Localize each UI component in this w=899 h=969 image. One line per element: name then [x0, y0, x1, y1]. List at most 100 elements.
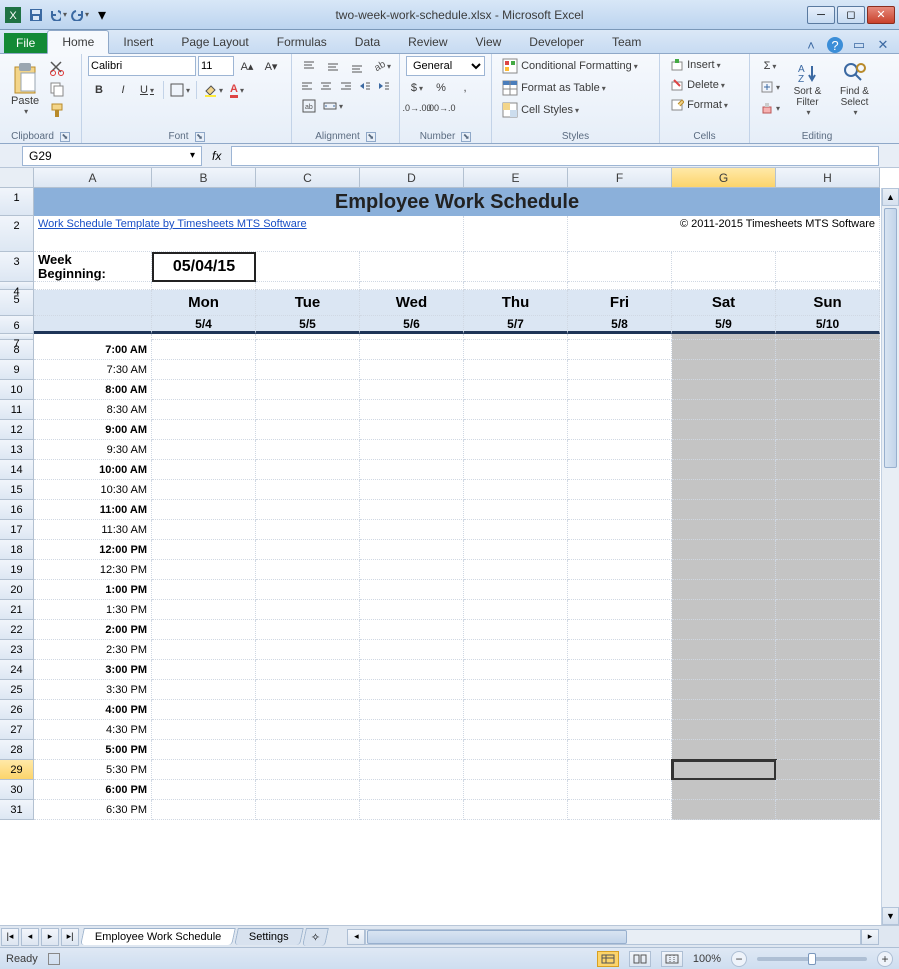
- decrease-indent-button[interactable]: [356, 76, 373, 96]
- format-cells-button[interactable]: Format: [666, 96, 743, 114]
- orientation-button[interactable]: ab: [370, 56, 392, 76]
- row-header-28[interactable]: 28: [0, 740, 34, 760]
- delete-cells-button[interactable]: Delete: [666, 76, 743, 94]
- day-header-mon[interactable]: Mon: [152, 290, 256, 316]
- row-header-9[interactable]: 9: [0, 360, 34, 380]
- scroll-up-button[interactable]: ▲: [882, 188, 899, 206]
- pagelayout-view-button[interactable]: [629, 951, 651, 967]
- week-beginning-label[interactable]: WeekBeginning:: [34, 252, 152, 282]
- fx-button[interactable]: fx: [212, 149, 221, 163]
- review-tab[interactable]: Review: [394, 31, 461, 53]
- increase-decimal-button[interactable]: .0→.00: [406, 98, 428, 118]
- tab-nav-first[interactable]: |◂: [1, 928, 19, 946]
- column-header-F[interactable]: F: [568, 168, 672, 188]
- day-header-wed[interactable]: Wed: [360, 290, 464, 316]
- zoom-out-button[interactable]: −: [731, 951, 747, 967]
- accounting-button[interactable]: $: [406, 78, 428, 98]
- minimize-ribbon-icon[interactable]: ˄: [803, 37, 819, 53]
- column-header-B[interactable]: B: [152, 168, 256, 188]
- day-date-mon[interactable]: 5/4: [152, 316, 256, 334]
- tab-nav-last[interactable]: ▸|: [61, 928, 79, 946]
- time-label-31[interactable]: 6:30 PM: [34, 800, 152, 820]
- day-date-tue[interactable]: 5/5: [256, 316, 360, 334]
- day-header-sat[interactable]: Sat: [672, 290, 776, 316]
- time-label-23[interactable]: 2:30 PM: [34, 640, 152, 660]
- cut-button[interactable]: [46, 58, 68, 78]
- undo-button[interactable]: [48, 5, 68, 25]
- copy-button[interactable]: [46, 79, 68, 99]
- row-header-25[interactable]: 25: [0, 680, 34, 700]
- zoom-value[interactable]: 100%: [693, 953, 721, 965]
- column-header-G[interactable]: G: [672, 168, 776, 188]
- file-tab[interactable]: File: [4, 33, 47, 53]
- sheet-title[interactable]: Employee Work Schedule: [34, 188, 880, 216]
- macro-record-icon[interactable]: [48, 953, 60, 965]
- underline-button[interactable]: U: [136, 80, 158, 100]
- autosum-button[interactable]: Σ: [756, 56, 784, 76]
- pagebreak-view-button[interactable]: [661, 951, 683, 967]
- sheet-tab-active[interactable]: Employee Work Schedule: [80, 928, 236, 945]
- fill-button[interactable]: [756, 77, 784, 97]
- help-icon[interactable]: ?: [827, 37, 843, 53]
- day-header-thu[interactable]: Thu: [464, 290, 568, 316]
- time-label-17[interactable]: 11:30 AM: [34, 520, 152, 540]
- alignment-launcher[interactable]: ⬊: [366, 132, 376, 142]
- insert-cells-button[interactable]: Insert: [666, 56, 743, 74]
- fill-color-button[interactable]: [202, 80, 224, 100]
- time-label-15[interactable]: 10:30 AM: [34, 480, 152, 500]
- time-label-14[interactable]: 10:00 AM: [34, 460, 152, 480]
- time-label-22[interactable]: 2:00 PM: [34, 620, 152, 640]
- time-label-30[interactable]: 6:00 PM: [34, 780, 152, 800]
- save-button[interactable]: [26, 5, 46, 25]
- data-tab[interactable]: Data: [341, 31, 394, 53]
- row-header-1[interactable]: 1: [0, 188, 34, 216]
- row-header-30[interactable]: 30: [0, 780, 34, 800]
- row-header-5[interactable]: 5: [0, 290, 34, 316]
- day-date-wed[interactable]: 5/6: [360, 316, 464, 334]
- row-header-20[interactable]: 20: [0, 580, 34, 600]
- row-header-14[interactable]: 14: [0, 460, 34, 480]
- scroll-down-button[interactable]: ▼: [882, 907, 899, 925]
- time-label-24[interactable]: 3:00 PM: [34, 660, 152, 680]
- row-header-11[interactable]: 11: [0, 400, 34, 420]
- row-header-12[interactable]: 12: [0, 420, 34, 440]
- row-header-6[interactable]: 6: [0, 316, 34, 334]
- new-sheet-button[interactable]: ✧: [302, 928, 329, 946]
- formula-input[interactable]: [231, 146, 879, 166]
- row-header-26[interactable]: 26: [0, 700, 34, 720]
- time-label-12[interactable]: 9:00 AM: [34, 420, 152, 440]
- font-name-combo[interactable]: [88, 56, 196, 76]
- row-header-17[interactable]: 17: [0, 520, 34, 540]
- align-left-button[interactable]: [298, 76, 315, 96]
- time-label-26[interactable]: 4:00 PM: [34, 700, 152, 720]
- hscroll-left[interactable]: ◂: [347, 929, 365, 945]
- template-link[interactable]: Work Schedule Template by Timesheets MTS…: [38, 218, 307, 230]
- horizontal-scrollbar[interactable]: ◂ ▸: [347, 929, 879, 945]
- row-header-18[interactable]: 18: [0, 540, 34, 560]
- time-label-8[interactable]: 7:00 AM: [34, 340, 152, 360]
- vertical-scrollbar[interactable]: ▲ ▼: [881, 188, 899, 925]
- hscroll-right[interactable]: ▸: [861, 929, 879, 945]
- row-header-2[interactable]: 2: [0, 216, 34, 252]
- italic-button[interactable]: I: [112, 80, 134, 100]
- column-header-D[interactable]: D: [360, 168, 464, 188]
- time-label-25[interactable]: 3:30 PM: [34, 680, 152, 700]
- bold-button[interactable]: B: [88, 80, 110, 100]
- cell-styles-button[interactable]: Cell Styles: [498, 100, 653, 120]
- qat-customize-button[interactable]: ▾: [92, 5, 112, 25]
- align-bottom-button[interactable]: [346, 56, 368, 76]
- row-header-22[interactable]: 22: [0, 620, 34, 640]
- row-header-16[interactable]: 16: [0, 500, 34, 520]
- time-label-19[interactable]: 12:30 PM: [34, 560, 152, 580]
- column-header-E[interactable]: E: [464, 168, 568, 188]
- row-header-29[interactable]: 29: [0, 760, 34, 780]
- row-header-24[interactable]: 24: [0, 660, 34, 680]
- time-label-16[interactable]: 11:00 AM: [34, 500, 152, 520]
- insert-tab[interactable]: Insert: [109, 31, 167, 53]
- row-header-8[interactable]: 8: [0, 340, 34, 360]
- decrease-decimal-button[interactable]: .00→.0: [430, 98, 452, 118]
- align-top-button[interactable]: [298, 56, 320, 76]
- pagelayout-tab[interactable]: Page Layout: [167, 31, 262, 53]
- grid[interactable]: Employee Work Schedule Work Schedule Temp…: [34, 188, 881, 925]
- close-button[interactable]: ✕: [867, 6, 895, 24]
